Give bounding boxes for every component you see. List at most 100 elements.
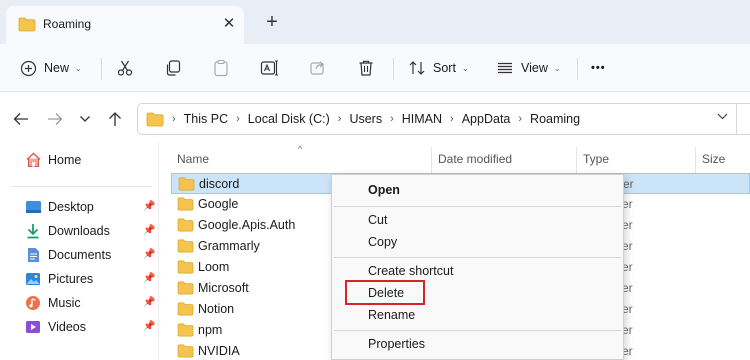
breadcrumb-separator: ›	[172, 113, 176, 125]
breadcrumb-roaming[interactable]: Roaming	[530, 112, 580, 126]
menu-item-copy[interactable]: Copy	[368, 235, 397, 249]
pin-icon[interactable]: 📌	[143, 249, 155, 260]
new-button[interactable]: New ⌄	[20, 52, 82, 84]
cut-button[interactable]	[116, 52, 134, 84]
view-button[interactable]: View ⌄	[496, 52, 561, 84]
column-divider[interactable]	[431, 147, 432, 173]
menu-separator	[334, 206, 621, 207]
sidebar-item-home[interactable]: Home	[24, 149, 81, 171]
arrow-up-icon	[109, 112, 121, 126]
folder-icon	[177, 302, 194, 319]
forward-button[interactable]	[44, 108, 66, 130]
menu-item-open[interactable]: Open	[368, 183, 400, 197]
cut-icon	[116, 59, 134, 77]
column-header-type[interactable]: Type	[583, 152, 609, 166]
pin-icon[interactable]: 📌	[143, 225, 155, 236]
menu-item-properties[interactable]: Properties	[368, 337, 425, 351]
paste-icon	[212, 59, 230, 77]
copy-button[interactable]	[164, 52, 182, 84]
folder-icon	[177, 281, 194, 298]
file-name: Grammarly	[198, 239, 260, 253]
menu-item-cut[interactable]: Cut	[368, 213, 387, 227]
sidebar-item-label: Desktop	[48, 200, 94, 214]
breadcrumb-appdata[interactable]: AppData	[462, 112, 511, 126]
pin-icon[interactable]: 📌	[143, 201, 155, 212]
delete-highlight-box	[345, 280, 425, 305]
sidebar-item-videos[interactable]: Videos	[24, 316, 86, 338]
arrow-right-icon	[48, 113, 63, 125]
breadcrumb-local-disk[interactable]: Local Disk (C:)	[248, 112, 330, 126]
more-options-button[interactable]: •••	[591, 52, 606, 84]
pictures-icon	[24, 270, 42, 288]
breadcrumb-users[interactable]: Users	[349, 112, 382, 126]
column-divider[interactable]	[576, 147, 577, 173]
context-menu: Open Cut Copy Create shortcut Delete Ren…	[331, 174, 624, 360]
column-header-name[interactable]: Name	[177, 152, 209, 166]
file-name: discord	[199, 177, 240, 191]
refresh-button[interactable]	[736, 104, 750, 134]
breadcrumb-separator[interactable]: ›	[236, 113, 240, 125]
paste-button[interactable]	[212, 52, 230, 84]
file-name: npm	[198, 323, 223, 337]
command-bar: New ⌄ Sort ⌄ View ⌄ •••	[0, 44, 750, 92]
sidebar-item-label: Music	[48, 296, 81, 310]
copy-icon	[164, 59, 182, 77]
arrow-left-icon	[13, 113, 28, 125]
column-header-size[interactable]: Size	[702, 152, 725, 166]
sidebar-item-documents[interactable]: Documents	[24, 244, 111, 266]
back-button[interactable]	[10, 108, 32, 130]
folder-icon	[177, 218, 194, 235]
breadcrumb-separator[interactable]: ›	[390, 113, 394, 125]
breadcrumb-separator[interactable]: ›	[450, 113, 454, 125]
menu-item-create-shortcut[interactable]: Create shortcut	[368, 264, 453, 278]
share-button[interactable]	[309, 52, 327, 84]
navigation-pane: Home Desktop 📌 Downloads 📌 Documents 📌 P…	[0, 142, 158, 360]
sidebar-item-desktop[interactable]: Desktop	[24, 196, 94, 218]
tab-roaming[interactable]: Roaming ✕	[6, 6, 244, 44]
rename-icon	[260, 59, 280, 77]
breadcrumb-separator[interactable]: ›	[518, 113, 522, 125]
pin-icon[interactable]: 📌	[143, 321, 155, 332]
sidebar-item-music[interactable]: Music	[24, 292, 81, 314]
toolbar-divider	[393, 58, 394, 80]
videos-icon	[24, 318, 42, 336]
address-dropdown-icon[interactable]	[717, 112, 728, 123]
breadcrumb-himan[interactable]: HIMAN	[402, 112, 442, 126]
sort-button-label: Sort	[433, 61, 456, 75]
chevron-down-icon: ⌄	[461, 63, 469, 73]
sort-button[interactable]: Sort ⌄	[408, 52, 469, 84]
column-divider[interactable]	[695, 147, 696, 173]
folder-icon	[177, 260, 194, 277]
plus-circle-icon	[20, 60, 37, 77]
sidebar-item-label: Documents	[48, 248, 112, 262]
file-name: Google.Apis.Auth	[198, 218, 296, 232]
download-icon	[24, 222, 42, 240]
delete-icon	[357, 59, 375, 77]
toolbar-divider	[577, 58, 578, 80]
toolbar-divider	[101, 58, 102, 80]
sidebar-item-downloads[interactable]: Downloads	[24, 220, 110, 242]
breadcrumb-separator[interactable]: ›	[338, 113, 342, 125]
sidebar-item-label: Pictures	[48, 272, 94, 286]
delete-button[interactable]	[357, 52, 375, 84]
view-icon	[496, 59, 514, 77]
navigation-row: › This PC › Local Disk (C:) › Users › HI…	[0, 96, 750, 142]
pin-icon[interactable]: 📌	[143, 297, 155, 308]
folder-icon	[177, 239, 194, 256]
recent-locations-button[interactable]	[74, 108, 96, 130]
file-name: NVIDIA	[198, 344, 240, 358]
new-tab-button[interactable]: +	[259, 9, 285, 35]
up-button[interactable]	[104, 108, 126, 130]
menu-item-rename[interactable]: Rename	[368, 308, 415, 322]
address-bar[interactable]: › This PC › Local Disk (C:) › Users › HI…	[137, 103, 750, 135]
desktop-icon	[24, 198, 42, 216]
menu-separator	[334, 257, 621, 258]
pin-icon[interactable]: 📌	[143, 273, 155, 284]
breadcrumb-this-pc[interactable]: This PC	[184, 112, 228, 126]
rename-button[interactable]	[260, 52, 280, 84]
sidebar-item-pictures[interactable]: Pictures	[24, 268, 93, 290]
share-icon	[309, 59, 327, 77]
column-header-date-modified[interactable]: Date modified	[438, 152, 512, 166]
close-tab-icon[interactable]: ✕	[218, 13, 240, 35]
file-type: er	[623, 177, 634, 191]
